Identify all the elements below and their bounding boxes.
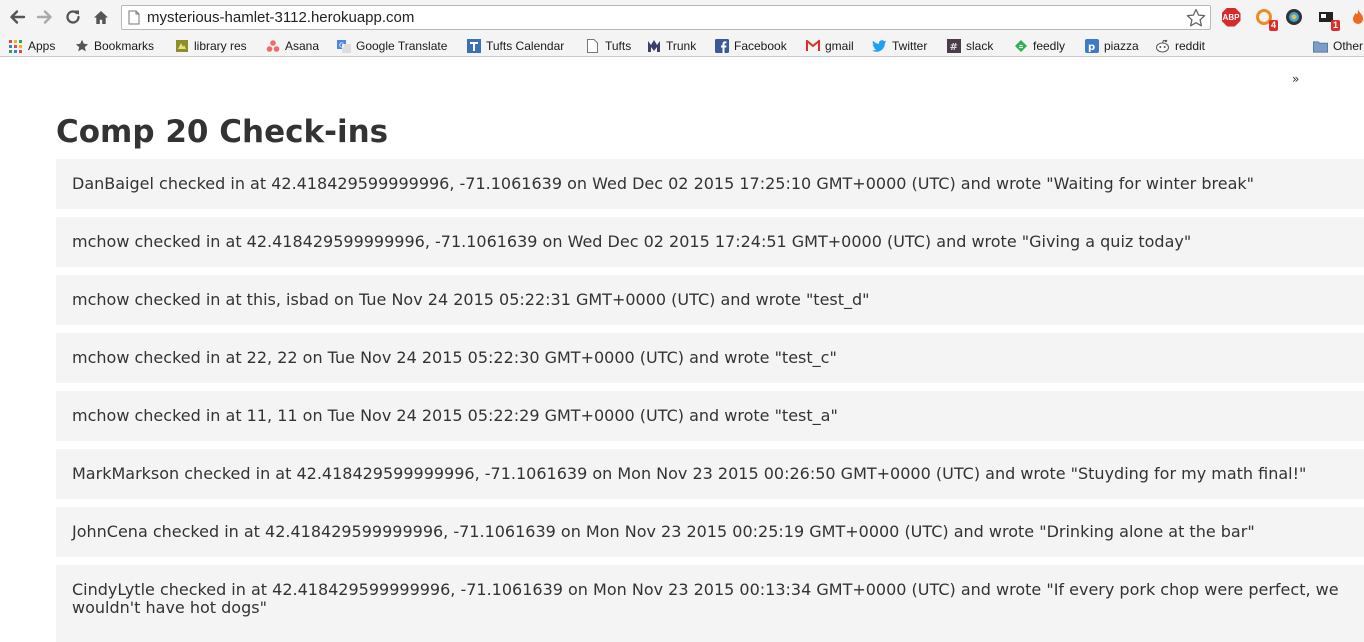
bookmark-feedly[interactable]: feedly: [1013, 37, 1065, 55]
checkin-item: JohnCena checked in at 42.41842959999999…: [56, 507, 1364, 557]
page-title: Comp 20 Check-ins: [56, 114, 389, 150]
trunk-icon: [646, 39, 661, 54]
checkin-text: mchow checked in at 22, 22 on Tue Nov 24…: [72, 348, 837, 367]
bookmark-label: Facebook: [734, 39, 787, 53]
bookmark-label: Apps: [28, 39, 56, 53]
bookmark-reddit[interactable]: reddit: [1155, 37, 1205, 55]
lens-extension-icon: [1286, 9, 1302, 25]
checkin-item: mchow checked in at 22, 22 on Tue Nov 24…: [56, 333, 1364, 383]
library-icon: [174, 39, 189, 54]
bookmark-google-translate[interactable]: G Google Translate: [336, 37, 447, 55]
url-text[interactable]: mysterious-hamlet-3112.herokuapp.com: [147, 9, 414, 26]
extension-button-orange[interactable]: 4: [1254, 7, 1278, 31]
svg-text:G: G: [339, 42, 344, 50]
extension-button-camera[interactable]: [1284, 7, 1304, 27]
extension-button-fire[interactable]: [1348, 7, 1364, 27]
svg-text:p: p: [1088, 42, 1095, 53]
bookmark-slack[interactable]: # slack: [946, 37, 993, 55]
piazza-icon: p: [1084, 39, 1099, 54]
bookmark-label: Tufts: [605, 39, 632, 53]
bookmark-tufts-calendar[interactable]: Tufts Calendar: [466, 37, 564, 55]
asana-icon: [265, 39, 280, 54]
extension-button-dark[interactable]: 1: [1316, 7, 1340, 31]
browser-toolbar: mysterious-hamlet-3112.herokuapp.com ABP…: [0, 0, 1364, 35]
bookmark-tufts[interactable]: Tufts: [585, 37, 631, 55]
page-icon: [128, 10, 140, 30]
checkin-text: CindyLytle checked in at 42.418429599999…: [72, 580, 1339, 617]
bookmark-label: Asana: [285, 39, 320, 53]
checkin-item: MarkMarkson checked in at 42.41842959999…: [56, 449, 1364, 499]
bookmark-star-icon[interactable]: [1185, 7, 1207, 34]
bookmark-apps[interactable]: Apps: [8, 37, 55, 55]
feedly-icon: [1013, 39, 1028, 54]
bookmark-piazza[interactable]: p piazza: [1084, 37, 1139, 55]
bookmark-label: Google Translate: [356, 39, 448, 53]
bookmark-label: library res: [194, 39, 247, 53]
slack-icon: #: [946, 39, 961, 54]
bookmark-bookmarks[interactable]: Bookmarks: [74, 37, 154, 55]
extension-badge: 4: [1268, 20, 1278, 31]
calendar-icon: [466, 39, 481, 54]
checkin-item: DanBaigel checked in at 42.4184295999999…: [56, 159, 1364, 209]
checkin-item: CindyLytle checked in at 42.418429599999…: [56, 565, 1364, 642]
address-bar[interactable]: mysterious-hamlet-3112.herokuapp.com: [121, 5, 1211, 30]
translate-icon: G: [336, 39, 351, 54]
bookmark-label: piazza: [1104, 39, 1139, 53]
reload-icon: [66, 10, 80, 24]
facebook-icon: [714, 39, 729, 54]
bookmark-label: slack: [966, 39, 994, 53]
reload-button[interactable]: [62, 6, 84, 28]
fire-extension-icon: [1353, 9, 1363, 24]
bookmarks-bar: Apps Bookmarks library res Asana G Googl…: [0, 35, 1364, 86]
checkin-item: mchow checked in at this, isbad on Tue N…: [56, 275, 1364, 325]
checkin-text: MarkMarkson checked in at 42.41842959999…: [72, 464, 1307, 483]
bookmark-library-res[interactable]: library res: [174, 37, 247, 55]
bookmark-twitter[interactable]: Twitter: [872, 37, 927, 55]
folder-icon: [1313, 39, 1328, 54]
bookmark-label: Trunk: [666, 39, 697, 53]
checkin-text: mchow checked in at this, isbad on Tue N…: [72, 290, 870, 309]
bookmark-label: reddit: [1175, 39, 1206, 53]
back-arrow-icon: [10, 10, 26, 24]
checkin-text: DanBaigel checked in at 42.4184295999999…: [72, 174, 1254, 193]
svg-text:#: #: [949, 42, 957, 53]
extension-badge: 1: [1330, 20, 1340, 31]
bookmark-label: Tufts Calendar: [486, 39, 565, 53]
bookmark-label: feedly: [1033, 39, 1066, 53]
reddit-icon: [1155, 39, 1170, 54]
bookmark-label: Twitter: [892, 39, 928, 53]
bookmark-trunk[interactable]: Trunk: [646, 37, 696, 55]
bookmark-label: gmail: [825, 39, 854, 53]
back-button[interactable]: [6, 6, 28, 28]
home-icon: [94, 11, 108, 24]
bookmark-label: Other: [1333, 39, 1364, 53]
checkin-text: mchow checked in at 11, 11 on Tue Nov 24…: [72, 406, 838, 425]
bookmark-label: Bookmarks: [94, 39, 155, 53]
adblock-icon: ABP: [1221, 7, 1241, 27]
bookmark-facebook[interactable]: Facebook: [714, 37, 787, 55]
bookmark-asana[interactable]: Asana: [265, 37, 319, 55]
bookmarks-overflow-chevron[interactable]: »: [1292, 72, 1299, 86]
apps-grid-icon: [8, 39, 23, 54]
forward-button[interactable]: [34, 6, 56, 28]
twitter-icon: [872, 39, 887, 54]
checkin-item: mchow checked in at 42.418429599999996, …: [56, 217, 1364, 267]
forward-arrow-icon: [36, 10, 52, 24]
bookmark-other[interactable]: Other: [1313, 37, 1363, 55]
bookmark-gmail[interactable]: gmail: [805, 37, 854, 55]
page-icon: [585, 39, 600, 54]
checkin-item: mchow checked in at 11, 11 on Tue Nov 24…: [56, 391, 1364, 441]
gmail-icon: [805, 39, 820, 54]
adblock-plus-button[interactable]: ABP: [1221, 7, 1241, 27]
star-icon: [74, 39, 89, 54]
home-button[interactable]: [90, 6, 112, 28]
checkin-text: JohnCena checked in at 42.41842959999999…: [72, 522, 1255, 541]
checkin-text: mchow checked in at 42.418429599999996, …: [72, 232, 1192, 251]
